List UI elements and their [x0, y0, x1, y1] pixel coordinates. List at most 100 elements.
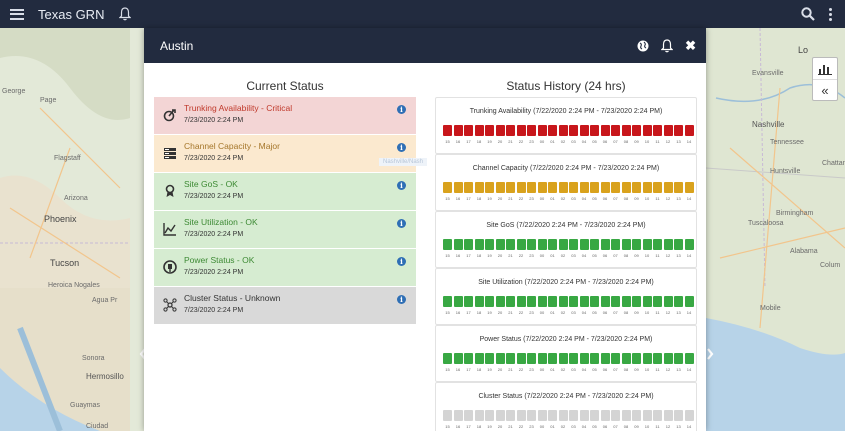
hour-bar[interactable] [464, 296, 473, 307]
chart-toggle-button[interactable] [813, 58, 837, 80]
hour-bar[interactable] [642, 125, 652, 136]
hour-bar[interactable] [548, 410, 557, 421]
info-icon[interactable]: i [397, 257, 406, 266]
hour-bar[interactable] [516, 410, 526, 421]
hour-bar[interactable] [611, 182, 620, 193]
hour-bar[interactable] [600, 410, 610, 421]
hour-bar[interactable] [464, 239, 473, 250]
hour-bar[interactable] [443, 296, 452, 307]
hour-bar[interactable] [485, 353, 494, 364]
hour-bar[interactable] [632, 125, 641, 136]
collapse-panel-button[interactable]: « [813, 80, 837, 101]
hour-bar[interactable] [558, 125, 568, 136]
hour-bar[interactable] [474, 125, 484, 136]
hour-bar[interactable] [548, 239, 557, 250]
hour-bar[interactable] [516, 296, 526, 307]
hour-bar[interactable] [579, 182, 589, 193]
hour-bar[interactable] [674, 296, 683, 307]
hour-bar[interactable] [548, 125, 557, 136]
hour-bar[interactable] [569, 353, 578, 364]
hour-bar[interactable] [495, 182, 505, 193]
hour-bar[interactable] [632, 239, 641, 250]
hour-bar[interactable] [684, 239, 694, 250]
hour-bar[interactable] [684, 182, 694, 193]
hour-bar[interactable] [453, 296, 463, 307]
status-row[interactable]: Site GoS - OK 7/23/2020 2:24 PM i [154, 173, 416, 211]
hour-bar[interactable] [674, 182, 683, 193]
hour-bar[interactable] [663, 239, 673, 250]
hour-bar[interactable] [642, 410, 652, 421]
modal-bell-icon[interactable] [661, 38, 674, 53]
hour-bar[interactable] [537, 239, 547, 250]
hour-bar[interactable] [600, 239, 610, 250]
hour-bar[interactable] [611, 353, 620, 364]
hour-bar[interactable] [495, 239, 505, 250]
hour-bar[interactable] [548, 296, 557, 307]
hour-bar[interactable] [527, 410, 536, 421]
info-icon[interactable]: i [397, 219, 406, 228]
hour-bar[interactable] [527, 239, 536, 250]
hour-bar[interactable] [453, 182, 463, 193]
hour-bar[interactable] [485, 410, 494, 421]
hour-bar[interactable] [663, 125, 673, 136]
hour-bar[interactable] [653, 239, 662, 250]
hour-bar[interactable] [558, 239, 568, 250]
hour-bar[interactable] [590, 125, 599, 136]
hour-bar[interactable] [453, 239, 463, 250]
status-row[interactable]: Trunking Availability - Critical 7/23/202… [154, 97, 416, 135]
hour-bar[interactable] [548, 182, 557, 193]
hour-bar[interactable] [653, 353, 662, 364]
hour-bar[interactable] [569, 125, 578, 136]
hour-bar[interactable] [464, 125, 473, 136]
hour-bar[interactable] [485, 125, 494, 136]
hour-bar[interactable] [558, 296, 568, 307]
hour-bar[interactable] [506, 239, 515, 250]
hour-bar[interactable] [474, 296, 484, 307]
hour-bar[interactable] [443, 239, 452, 250]
info-icon[interactable]: i [397, 181, 406, 190]
hour-bar[interactable] [621, 296, 631, 307]
status-row[interactable]: Power Status - OK 7/23/2020 2:24 PM i [154, 249, 416, 287]
hour-bar[interactable] [569, 239, 578, 250]
hour-bar[interactable] [495, 125, 505, 136]
hour-bar[interactable] [537, 182, 547, 193]
hour-bar[interactable] [537, 410, 547, 421]
hour-bar[interactable] [621, 410, 631, 421]
hour-bar[interactable] [653, 182, 662, 193]
hour-bar[interactable] [443, 353, 452, 364]
hour-bar[interactable] [674, 239, 683, 250]
hour-bar[interactable] [579, 239, 589, 250]
hour-bar[interactable] [590, 410, 599, 421]
hour-bar[interactable] [684, 353, 694, 364]
hour-bar[interactable] [453, 125, 463, 136]
status-row[interactable]: Cluster Status - Unknown 7/23/2020 2:24 P… [154, 287, 416, 325]
hour-bar[interactable] [642, 353, 652, 364]
hour-bar[interactable] [684, 125, 694, 136]
status-row[interactable]: Channel Capacity - Major 7/23/2020 2:24 P… [154, 135, 416, 173]
hour-bar[interactable] [600, 296, 610, 307]
hour-bar[interactable] [590, 182, 599, 193]
hour-bar[interactable] [653, 125, 662, 136]
hour-bar[interactable] [684, 296, 694, 307]
hour-bar[interactable] [600, 125, 610, 136]
hour-bar[interactable] [569, 182, 578, 193]
notification-bell-icon[interactable] [119, 7, 132, 21]
hour-bar[interactable] [558, 410, 568, 421]
hour-bar[interactable] [663, 182, 673, 193]
hour-bar[interactable] [527, 125, 536, 136]
hour-bar[interactable] [579, 410, 589, 421]
hour-bar[interactable] [495, 296, 505, 307]
hour-bar[interactable] [569, 410, 578, 421]
hour-bar[interactable] [642, 296, 652, 307]
hour-bar[interactable] [621, 353, 631, 364]
hour-bar[interactable] [590, 296, 599, 307]
close-icon[interactable]: ✖ [685, 38, 696, 54]
hour-bar[interactable] [632, 353, 641, 364]
hour-bar[interactable] [621, 125, 631, 136]
globe-icon[interactable] [637, 40, 649, 52]
hour-bar[interactable] [569, 296, 578, 307]
info-icon[interactable]: i [397, 143, 406, 152]
hour-bar[interactable] [516, 182, 526, 193]
hour-bar[interactable] [443, 125, 452, 136]
hour-bar[interactable] [579, 296, 589, 307]
